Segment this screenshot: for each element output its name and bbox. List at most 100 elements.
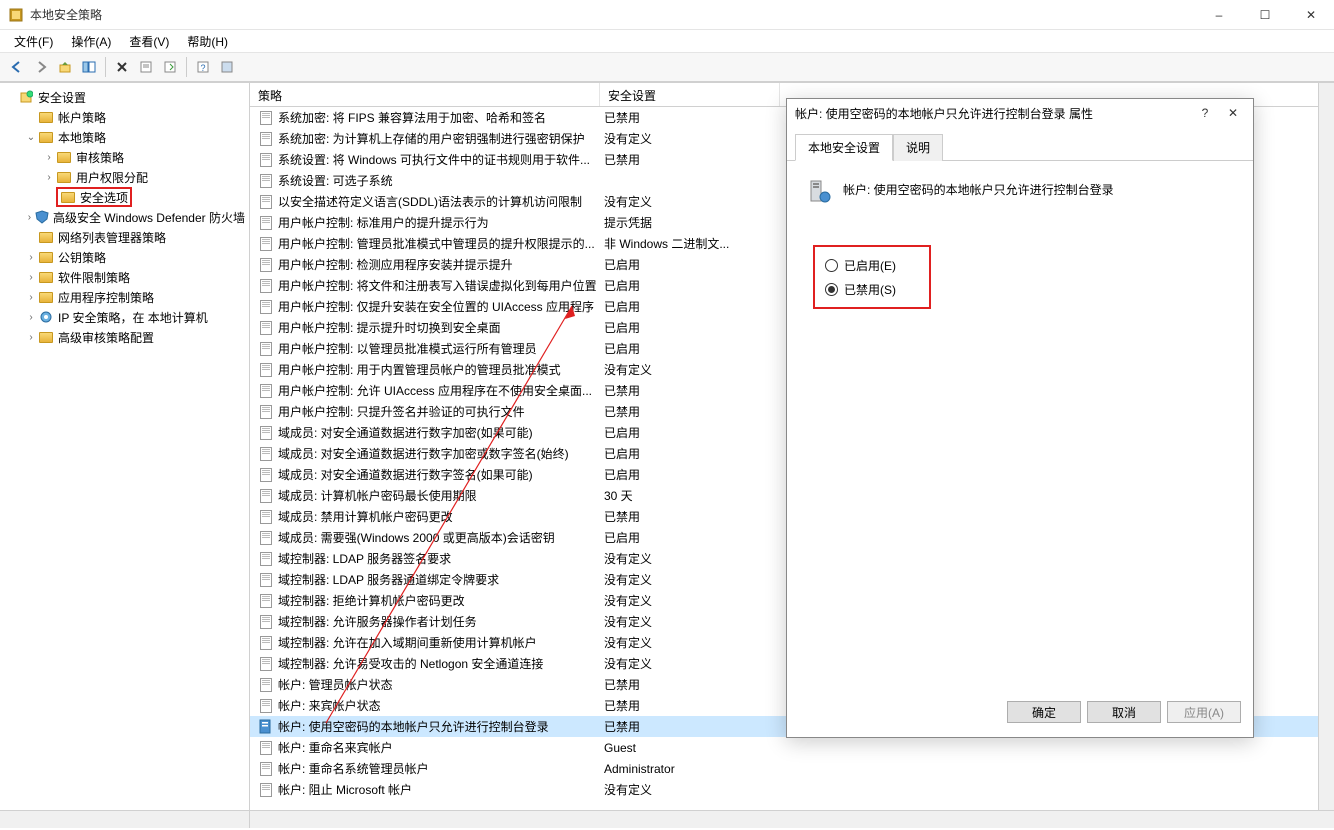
folder-icon	[60, 189, 76, 205]
window-titlebar: 本地安全策略 – ☐ ✕	[0, 0, 1334, 30]
expander-icon[interactable]: ›	[24, 212, 35, 223]
menu-view[interactable]: 查看(V)	[121, 31, 177, 52]
up-button[interactable]	[54, 56, 76, 78]
policy-setting: 已禁用	[600, 697, 780, 714]
policy-setting: 已禁用	[600, 109, 780, 126]
list-horizontal-scrollbar[interactable]	[250, 811, 1334, 828]
tab-local-security[interactable]: 本地安全设置	[795, 134, 893, 161]
maximize-button[interactable]: ☐	[1242, 0, 1288, 30]
expander-icon[interactable]: ›	[24, 292, 38, 303]
help-button[interactable]: ?	[192, 56, 214, 78]
expander-icon[interactable]: ⌄	[24, 132, 38, 143]
folder-icon	[38, 289, 54, 305]
policy-icon	[258, 551, 274, 567]
security-settings-icon	[18, 89, 34, 105]
policy-label: 用户帐户控制: 仅提升安装在安全位置的 UIAccess 应用程序	[278, 298, 594, 315]
apply-button[interactable]: 应用(A)	[1167, 701, 1241, 723]
policy-icon	[258, 320, 274, 336]
policy-setting: 提示凭据	[600, 214, 780, 231]
tree-node-label: 帐户策略	[58, 109, 106, 126]
dialog-close-button[interactable]: ✕	[1219, 106, 1247, 120]
menu-help[interactable]: 帮助(H)	[179, 31, 236, 52]
tree-node[interactable]: ›软件限制策略	[0, 267, 249, 287]
tree-node[interactable]: ›审核策略	[0, 147, 249, 167]
radio-enabled[interactable]: 已启用(E)	[825, 253, 919, 277]
policy-icon	[258, 614, 274, 630]
folder-icon	[38, 109, 54, 125]
policy-icon	[258, 173, 274, 189]
tree-node[interactable]: 网络列表管理器策略	[0, 227, 249, 247]
tree-node[interactable]: ⌄本地策略	[0, 127, 249, 147]
expander-icon[interactable]: ›	[24, 312, 38, 323]
policy-label: 系统加密: 为计算机上存储的用户密钥强制进行强密钥保护	[278, 130, 585, 147]
expander-icon[interactable]: ›	[42, 172, 56, 183]
expander-icon[interactable]: ›	[24, 252, 38, 263]
properties-button[interactable]	[135, 56, 157, 78]
tree-node[interactable]: ›用户权限分配	[0, 167, 249, 187]
policy-label: 用户帐户控制: 管理员批准模式中管理员的提升权限提示的...	[278, 235, 595, 252]
radio-circle-checked-icon	[825, 283, 838, 296]
column-header-policy[interactable]: 策略	[250, 83, 600, 106]
radio-disabled[interactable]: 已禁用(S)	[825, 277, 919, 301]
policy-row[interactable]: 帐户: 重命名来宾帐户Guest	[250, 737, 1318, 758]
tree-node-label: 高级审核策略配置	[58, 329, 154, 346]
minimize-button[interactable]: –	[1196, 0, 1242, 30]
tree-node[interactable]: ›高级安全 Windows Defender 防火墙	[0, 207, 249, 227]
menu-action[interactable]: 操作(A)	[63, 31, 119, 52]
radio-enabled-label: 已启用(E)	[844, 257, 896, 274]
policy-label: 域成员: 计算机帐户密码最长使用期限	[278, 487, 477, 504]
dialog-titlebar[interactable]: 帐户: 使用空密码的本地帐户只允许进行控制台登录 属性 ? ✕	[787, 99, 1253, 127]
policy-icon	[258, 110, 274, 126]
policy-icon	[258, 740, 274, 756]
policy-icon	[258, 341, 274, 357]
expander-icon[interactable]: ›	[24, 332, 38, 343]
policy-icon	[258, 278, 274, 294]
dialog-help-button[interactable]: ?	[1191, 106, 1219, 120]
policy-label: 帐户: 重命名来宾帐户	[278, 739, 393, 756]
show-hide-button[interactable]	[78, 56, 100, 78]
policy-setting: 已启用	[600, 466, 780, 483]
tab-explain[interactable]: 说明	[893, 134, 943, 161]
folder-icon	[56, 169, 72, 185]
dialog-tabs: 本地安全设置 说明	[787, 127, 1253, 161]
policy-label: 帐户: 使用空密码的本地帐户只允许进行控制台登录	[278, 718, 549, 735]
refresh-button[interactable]	[216, 56, 238, 78]
vertical-scrollbar[interactable]	[1318, 83, 1334, 810]
policy-icon	[258, 509, 274, 525]
policy-setting: 已禁用	[600, 718, 780, 735]
tree-pane[interactable]: 安全设置 帐户策略⌄本地策略›审核策略›用户权限分配安全选项›高级安全 Wind…	[0, 83, 250, 810]
close-button[interactable]: ✕	[1288, 0, 1334, 30]
app-icon	[8, 7, 24, 23]
policy-icon	[258, 782, 274, 798]
cancel-button[interactable]: 取消	[1087, 701, 1161, 723]
radio-group: 已启用(E) 已禁用(S)	[813, 245, 931, 309]
delete-button[interactable]	[111, 56, 133, 78]
policy-setting: 已启用	[600, 424, 780, 441]
tree-node[interactable]: 安全选项	[0, 187, 249, 207]
policy-setting: 没有定义	[600, 361, 780, 378]
forward-button[interactable]	[30, 56, 52, 78]
folder-icon	[38, 249, 54, 265]
tree-node[interactable]: ›IP 安全策略，在 本地计算机	[0, 307, 249, 327]
tree-node[interactable]: ›公钥策略	[0, 247, 249, 267]
tree-horizontal-scrollbar[interactable]	[0, 811, 250, 828]
expander-icon[interactable]: ›	[24, 272, 38, 283]
tree-node[interactable]: 帐户策略	[0, 107, 249, 127]
policy-icon	[258, 404, 274, 420]
tree-node[interactable]: ›应用程序控制策略	[0, 287, 249, 307]
policy-row[interactable]: 帐户: 阻止 Microsoft 帐户没有定义	[250, 779, 1318, 800]
export-button[interactable]	[159, 56, 181, 78]
policy-setting: 没有定义	[600, 193, 780, 210]
policy-icon	[258, 425, 274, 441]
menu-file[interactable]: 文件(F)	[6, 31, 61, 52]
expander-icon[interactable]: ›	[42, 152, 56, 163]
policy-label: 系统设置: 可选子系统	[278, 172, 393, 189]
tree-root[interactable]: 安全设置	[0, 87, 249, 107]
column-header-setting[interactable]: 安全设置	[600, 83, 780, 106]
ok-button[interactable]: 确定	[1007, 701, 1081, 723]
policy-setting: 已启用	[600, 319, 780, 336]
server-icon	[805, 177, 833, 205]
policy-row[interactable]: 帐户: 重命名系统管理员帐户Administrator	[250, 758, 1318, 779]
back-button[interactable]	[6, 56, 28, 78]
tree-node[interactable]: › 高级审核策略配置	[0, 327, 249, 347]
